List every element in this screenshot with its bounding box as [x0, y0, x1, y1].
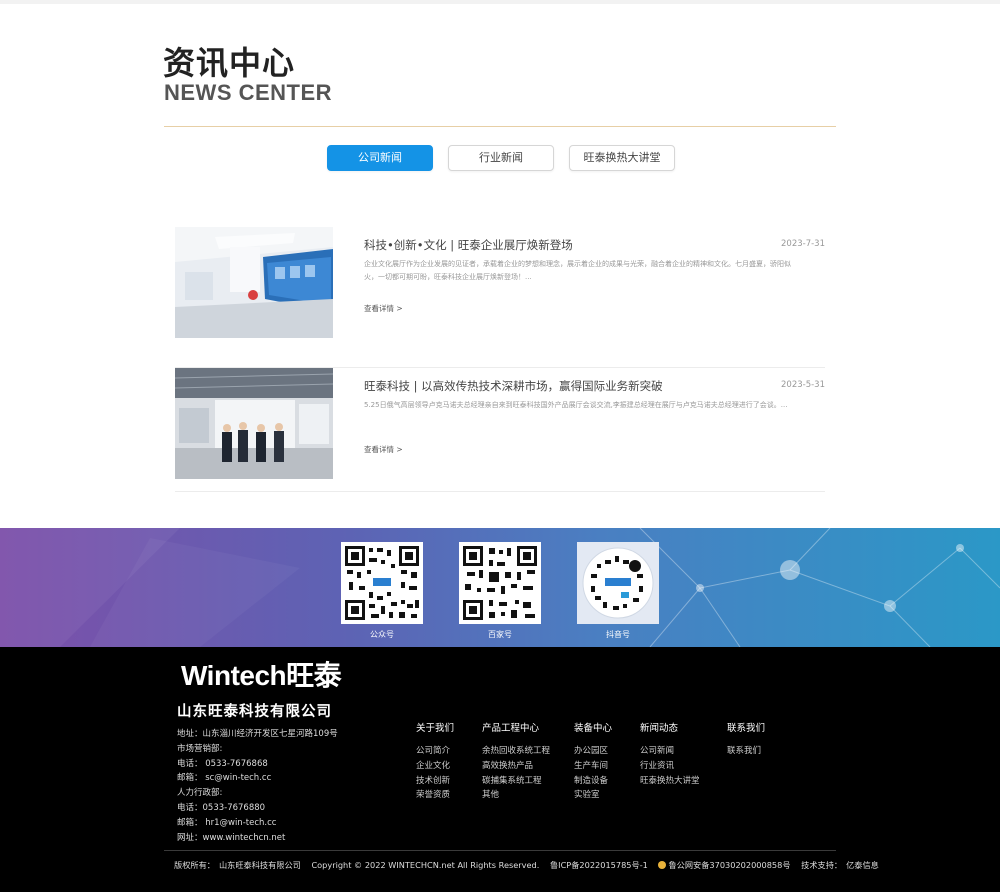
footer-link[interactable]: 碳捕集系统工程 [482, 774, 550, 789]
tech-support: 技术支持： 亿泰信息 [801, 860, 879, 870]
footer-column-head[interactable]: 关于我们 [416, 720, 454, 734]
footer-link[interactable]: 生产车间 [574, 759, 612, 774]
footer-link[interactable]: 办公园区 [574, 744, 612, 759]
qr-label: 百家号 [488, 630, 512, 639]
footer-link[interactable]: 其他 [482, 788, 550, 803]
contact-website[interactable]: 网址：www.wintechcn.net [177, 831, 338, 846]
contact-email-hr[interactable]: 邮箱： hr1@win-tech.cc [177, 816, 338, 831]
footer-link[interactable]: 余热回收系统工程 [482, 744, 550, 759]
footer-link[interactable]: 技术创新 [416, 774, 454, 789]
contact-phone-marketing: 电话： 0533-7676868 [177, 758, 268, 769]
contact-phone-hr: 电话：0533-7676880 [177, 802, 266, 813]
contact-info: 地址：山东淄川经济开发区七星河路109号 市场营销部: 电话： 0533-767… [177, 727, 338, 845]
footer-column-news: 新闻动态 公司新闻 行业资讯 旺泰换热大讲堂 [640, 720, 700, 788]
footer-column-head[interactable]: 联系我们 [727, 720, 765, 734]
news-thumbnail-showroom[interactable] [175, 227, 333, 338]
contact-address: 地址：山东淄川经济开发区七星河路109号 [177, 729, 338, 739]
footer-link[interactable]: 实验室 [574, 788, 612, 803]
footer-column-head[interactable]: 装备中心 [574, 720, 612, 734]
icp-link[interactable]: 鲁ICP备2022015785号-1 [550, 860, 648, 870]
news-thumbnail-meeting[interactable] [175, 368, 333, 479]
read-more-link[interactable]: 查看详情 > [364, 444, 403, 455]
footer-link[interactable]: 联系我们 [727, 744, 765, 759]
top-bar [0, 0, 1000, 4]
contact-email-marketing[interactable]: 邮箱： sc@win-tech.cc [177, 771, 338, 786]
qr-code-baijiahao [459, 542, 541, 624]
footer-link[interactable]: 公司新闻 [640, 744, 700, 759]
footer-link[interactable]: 行业资讯 [640, 759, 700, 774]
footer-column-head[interactable]: 产品工程中心 [482, 720, 550, 734]
footer-logo[interactable]: Wintech旺泰 [181, 654, 342, 694]
footer-link[interactable]: 荣誉资质 [416, 788, 454, 803]
qr-code-band: 公众号 百家号 抖音号 [0, 528, 1000, 647]
tab-company-news[interactable]: 公司新闻 [327, 145, 433, 171]
news-summary: 5.25日俄气高层领导卢克马诺夫总经理亲自来到旺泰科技国外产品展厅会谈交流,李振… [364, 401, 788, 409]
footer-divider [164, 850, 836, 851]
footer-link[interactable]: 高效换热产品 [482, 759, 550, 774]
news-title[interactable]: 旺泰科技 | 以高效传热技术深耕市场，赢得国际业务新突破 [364, 378, 663, 394]
read-more-link[interactable]: 查看详情 > [364, 303, 403, 314]
news-item[interactable]: 科技•创新•文化 | 旺泰企业展厅焕新登场 2023-7-31 企业文化展厅作为… [175, 227, 825, 368]
news-date: 2023-5-31 [781, 380, 825, 390]
footer-column-equipment: 装备中心 办公园区 生产车间 制造设备 实验室 [574, 720, 612, 803]
page-title: 资讯中心 [163, 44, 296, 82]
tab-lecture[interactable]: 旺泰换热大讲堂 [569, 145, 675, 171]
footer-link[interactable]: 制造设备 [574, 774, 612, 789]
footer-column-head[interactable]: 新闻动态 [640, 720, 700, 734]
page-subtitle: NEWS CENTER [164, 80, 333, 105]
copyright-text: Copyright © 2022 WINTECHCN.net All Right… [311, 860, 540, 870]
news-summary: 企业文化展厅作为企业发展的见证者，承载着企业的梦想和理念，展示着企业的成果与光荣… [364, 260, 791, 281]
news-title[interactable]: 科技•创新•文化 | 旺泰企业展厅焕新登场 [364, 237, 573, 253]
footer-column-products: 产品工程中心 余热回收系统工程 高效换热产品 碳捕集系统工程 其他 [482, 720, 550, 803]
copyright-bar: 版权所有： 山东旺泰科技有限公司 Copyright © 2022 WINTECH… [174, 859, 887, 871]
tab-industry-news[interactable]: 行业新闻 [448, 145, 554, 171]
news-item[interactable]: 旺泰科技 | 以高效传热技术深耕市场，赢得国际业务新突破 2023-5-31 5… [175, 368, 825, 492]
footer-column-contact: 联系我们 联系我们 [727, 720, 765, 759]
footer-column-about: 关于我们 公司简介 企业文化 技术创新 荣誉资质 [416, 720, 454, 803]
footer-link[interactable]: 公司简介 [416, 744, 454, 759]
police-record[interactable]: 鲁公网安备37030202000858号 [658, 860, 791, 870]
copyright-owner: 版权所有： 山东旺泰科技有限公司 [174, 860, 301, 870]
contact-dept-marketing: 市场营销部: [177, 743, 223, 754]
qr-label: 公众号 [370, 630, 394, 639]
footer: Wintech旺泰 山东旺泰科技有限公司 地址：山东淄川经济开发区七星河路109… [0, 647, 1000, 892]
qr-code-wechat [341, 542, 423, 624]
qr-code-douyin [577, 542, 659, 624]
company-name: 山东旺泰科技有限公司 [177, 704, 332, 720]
qr-label: 抖音号 [606, 630, 630, 639]
title-divider [164, 126, 836, 127]
contact-dept-hr: 人力行政部: [177, 788, 223, 799]
footer-link[interactable]: 旺泰换热大讲堂 [640, 774, 700, 789]
footer-link[interactable]: 企业文化 [416, 759, 454, 774]
news-date: 2023-7-31 [781, 239, 825, 249]
police-badge-icon [658, 861, 667, 869]
